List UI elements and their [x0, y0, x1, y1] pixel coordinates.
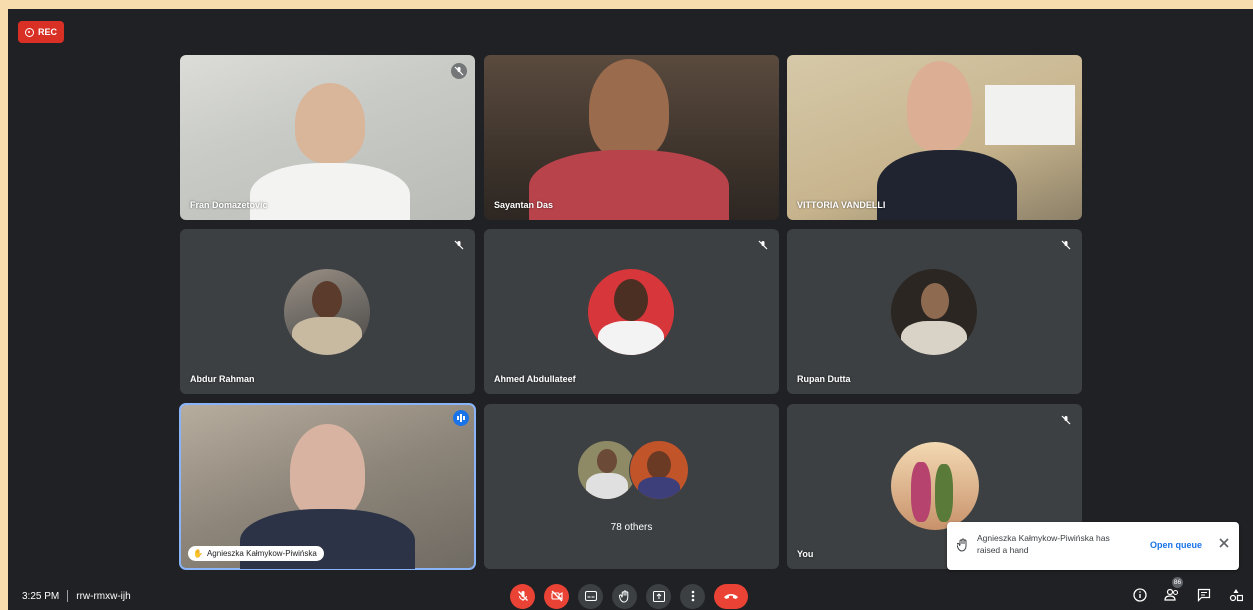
- meeting-details: 3:25 PM rrw-rmxw-ijh: [22, 590, 131, 602]
- participant-name: Fran Domazetovic: [190, 200, 268, 210]
- participant-video: [907, 61, 972, 151]
- captions-icon: [584, 591, 597, 601]
- chat-button[interactable]: [1195, 586, 1213, 604]
- hand-icon: [618, 589, 628, 603]
- call-controls: [510, 582, 748, 610]
- avatar: [891, 269, 977, 355]
- notification-message: Agnieszka Kałmykow-Piwińska has raised a…: [977, 533, 1110, 555]
- hand-raised-notification: Agnieszka Kałmykow-Piwińska has raised a…: [947, 522, 1239, 570]
- participant-video: [290, 424, 365, 519]
- clock-time: 3:25 PM: [22, 590, 60, 602]
- captions-button[interactable]: [578, 583, 603, 609]
- present-icon: [652, 590, 665, 602]
- avatar: [629, 440, 689, 500]
- participant-name: Ahmed Abdullateef: [494, 374, 576, 384]
- participant-name: VITTORIA VANDELLI: [797, 200, 886, 210]
- participant-name: You: [797, 549, 814, 559]
- activities-button[interactable]: [1227, 586, 1245, 604]
- raise-hand-button[interactable]: [612, 583, 637, 609]
- muted-mic-icon: [1058, 412, 1074, 428]
- participant-video: [295, 83, 365, 163]
- activities-icon: [1229, 589, 1243, 602]
- present-screen-button[interactable]: [646, 583, 671, 609]
- meeting-tools: 86: [1131, 577, 1245, 604]
- toggle-camera-button[interactable]: [544, 583, 569, 609]
- meeting-info-button[interactable]: [1131, 586, 1149, 604]
- camera-off-icon: [550, 590, 563, 602]
- chat-icon: [1197, 588, 1211, 602]
- divider: [67, 590, 69, 602]
- hang-up-icon: [724, 594, 738, 599]
- open-queue-button[interactable]: Open queue: [1150, 540, 1202, 550]
- leave-call-button[interactable]: [714, 583, 748, 609]
- participant-tile-agnieszka[interactable]: ✋ Agnieszka Kałmykow-Piwińska: [179, 403, 476, 570]
- raised-hand-icon: ✋: [193, 549, 203, 558]
- info-icon: [1133, 588, 1147, 602]
- avatar: [577, 440, 637, 500]
- muted-mic-icon: [1058, 237, 1074, 253]
- recording-indicator: REC: [18, 21, 64, 43]
- mic-off-icon: [517, 591, 528, 601]
- more-options-button[interactable]: [680, 583, 705, 609]
- meeting-window: REC Fran Domazetovic Sayantan Das VITTOR…: [8, 9, 1253, 610]
- participant-tile-vittoria[interactable]: VITTORIA VANDELLI: [787, 55, 1082, 220]
- participant-tile-ahmed[interactable]: Ahmed Abdullateef: [484, 229, 779, 394]
- record-icon: [24, 27, 34, 37]
- participant-tile-others[interactable]: 78 others: [484, 404, 779, 569]
- participant-tile-rupan[interactable]: Rupan Dutta: [787, 229, 1082, 394]
- avatar: [588, 269, 674, 355]
- more-vert-icon: [691, 590, 694, 602]
- avatar: [284, 269, 370, 355]
- toggle-mic-button[interactable]: [510, 583, 535, 609]
- speaking-indicator-icon: [453, 410, 469, 426]
- participant-name: Agnieszka Kałmykow-Piwińska: [206, 549, 317, 558]
- muted-mic-icon: [451, 63, 467, 79]
- participant-tile-fran[interactable]: Fran Domazetovic: [180, 55, 475, 220]
- recording-label: REC: [37, 27, 57, 37]
- people-button[interactable]: 86: [1163, 577, 1183, 604]
- raised-hand-icon: [956, 538, 969, 554]
- participant-name: Abdur Rahman: [190, 374, 255, 384]
- participant-tile-abdur[interactable]: Abdur Rahman: [180, 229, 475, 394]
- participant-video: [589, 59, 669, 159]
- meeting-code: rrw-rmxw-ijh: [76, 590, 131, 602]
- participant-name-pill: ✋ Agnieszka Kałmykow-Piwińska: [188, 546, 324, 561]
- muted-mic-icon: [755, 237, 771, 253]
- participant-tile-sayantan[interactable]: Sayantan Das: [484, 55, 779, 220]
- people-count-badge: 86: [1172, 577, 1183, 588]
- participant-name: Sayantan Das: [494, 200, 554, 210]
- people-icon: [1164, 588, 1178, 601]
- others-count: 78 others: [610, 522, 653, 533]
- muted-mic-icon: [451, 237, 467, 253]
- participant-name: Rupan Dutta: [797, 374, 851, 384]
- close-icon[interactable]: [1218, 537, 1230, 551]
- avatar: [891, 442, 979, 530]
